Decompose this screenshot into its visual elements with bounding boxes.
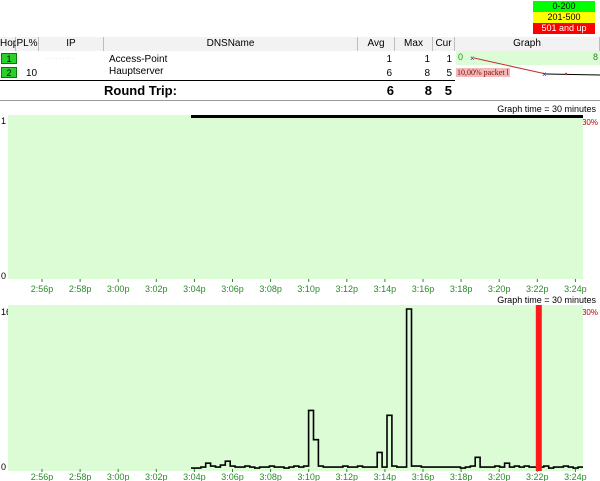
round-trip-max: 8 <box>424 83 432 98</box>
x-tick-label: 3:08p <box>259 472 282 481</box>
graph1-percent-label: 30% <box>581 118 598 127</box>
graph1-time-label: Graph time = 30 minutes <box>497 104 596 114</box>
x-tick-label: 3:18p <box>450 472 473 481</box>
x-tick-label: 3:22p <box>526 472 549 481</box>
max-value: 1 <box>424 54 430 65</box>
col-cur[interactable]: Cur <box>433 37 455 51</box>
col-max[interactable]: Max <box>395 37 433 51</box>
mini-trace: × × <box>470 54 600 79</box>
legend-green: 0-200 <box>533 1 595 12</box>
dns-name: Access-Point <box>109 54 168 65</box>
x-tick-label: 3:24p <box>564 284 587 294</box>
latency-chart <box>191 305 583 471</box>
avg-value: 6 <box>386 68 392 79</box>
x-tick-label: 2:58p <box>69 472 92 481</box>
x-tick-label: 3:10p <box>297 284 320 294</box>
packet-loss-marker <box>535 305 542 471</box>
hop-number: 2 <box>1 67 17 78</box>
x-tick-label: 3:08p <box>259 284 282 294</box>
svg-text:×: × <box>470 54 475 63</box>
col-graph[interactable]: Graph <box>455 37 600 51</box>
graph2-x-axis: 2:56p 2:58p 3:00p 3:02p 3:04p 3:06p 3:08p 3:10p… <box>31 469 587 481</box>
graph1-x-axis: 2:56p 2:58p 3:00p 3:02p 3:04p 3:06p 3:08p 3:10p… <box>31 279 587 294</box>
x-tick-label: 3:16p <box>412 472 435 481</box>
legend-yellow: 201-500 <box>533 12 595 23</box>
graph1-loss-bar <box>191 115 583 118</box>
hop-number: 1 <box>1 53 17 64</box>
graph2-plot-area[interactable] <box>8 305 583 471</box>
x-tick-label: 2:56p <box>31 284 54 294</box>
col-pl[interactable]: PL% <box>16 37 39 51</box>
x-tick-label: 3:14p <box>374 284 397 294</box>
round-trip-avg: 6 <box>386 83 394 98</box>
x-tick-label: 3:16p <box>412 284 435 294</box>
x-tick-label: 3:18p <box>450 284 473 294</box>
x-tick-label: 2:58p <box>69 284 92 294</box>
x-tick-label: 3:22p <box>526 284 549 294</box>
cur-value: 1 <box>446 54 452 65</box>
x-tick-label: 3:10p <box>297 472 320 481</box>
col-ip[interactable]: IP <box>39 37 104 51</box>
x-tick-label: 3:04p <box>183 472 206 481</box>
packet-loss-value: 10 <box>26 68 38 79</box>
x-tick-label: 3:20p <box>488 472 511 481</box>
x-tick-label: 3:02p <box>145 472 168 481</box>
cur-value: 5 <box>446 68 452 79</box>
dns-name: Hauptserver <box>109 66 164 77</box>
max-value: 8 <box>424 68 430 79</box>
col-avg[interactable]: Avg <box>358 37 395 51</box>
svg-text:×: × <box>542 70 547 79</box>
x-tick-label: 3:04p <box>183 284 206 294</box>
x-tick-label: 3:20p <box>488 284 511 294</box>
col-hop[interactable]: Hop <box>0 37 18 51</box>
x-tick-label: 3:12p <box>336 472 359 481</box>
x-tick-label: 3:02p <box>145 284 168 294</box>
graph2-percent-label: 30% <box>581 308 598 317</box>
x-tick-label: 3:24p <box>564 472 587 481</box>
x-tick-label: 3:00p <box>107 472 130 481</box>
x-tick-label: 3:06p <box>221 284 244 294</box>
round-trip-label: Round Trip: <box>104 83 177 98</box>
x-tick-label: 2:56p <box>31 472 54 481</box>
mini-graph: 0 8 10,00% packet l × × <box>456 51 600 79</box>
legend-red: 501 and up <box>533 23 595 34</box>
col-dnsname[interactable]: DNSName <box>104 37 358 51</box>
graph1-y-top: 1 <box>1 116 7 126</box>
round-trip-cur: 5 <box>444 83 452 98</box>
x-tick-label: 3:06p <box>221 472 244 481</box>
avg-value: 1 <box>386 54 392 65</box>
x-tick-label: 3:00p <box>107 284 130 294</box>
latency-series-line <box>191 308 583 469</box>
graph2-time-label: Graph time = 30 minutes <box>497 295 596 305</box>
ip-address: ········· <box>45 53 75 64</box>
x-tick-label: 3:14p <box>374 472 397 481</box>
x-tick-label: 3:12p <box>336 284 359 294</box>
graph1-plot-area[interactable] <box>8 115 583 279</box>
